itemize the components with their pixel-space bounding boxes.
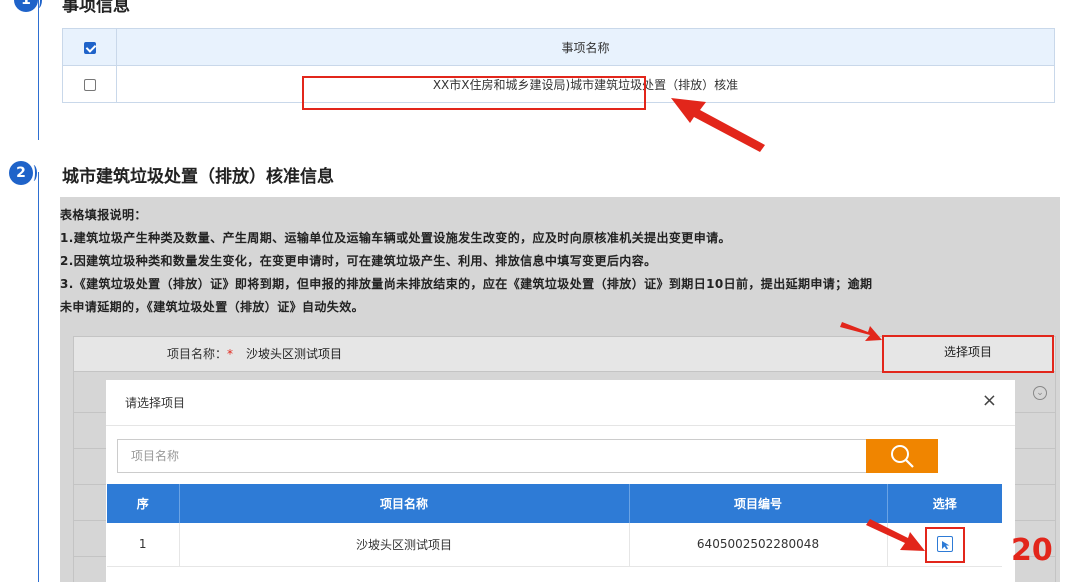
step-number-annotation: 20 [1011, 533, 1053, 568]
column-header-item-name: 事项名称 [116, 28, 1055, 66]
highlight-box-select [925, 527, 965, 563]
instructions-line: 1.建筑垃圾产生种类及数量、产生周期、运输单位及运输车辆或处置设施发生改变的，应… [60, 231, 731, 245]
table-header-row: 序 项目名称 项目编号 选择 [107, 484, 1002, 523]
section-title-approval: 城市建筑垃圾处置（排放）核准信息 [62, 167, 334, 187]
dialog-divider [106, 425, 1015, 426]
table-header-row: 事项名称 [62, 28, 1055, 66]
select-project-dialog: 请选择项目 × 序 项目名称 项目编号 选择 1 沙坡头区 [106, 380, 1015, 582]
project-name-label: 项目名称：* [166, 347, 233, 361]
column-header-project-code: 项目编号 [629, 484, 888, 523]
form-instructions: 表格填报说明： 1.建筑垃圾产生种类及数量、产生周期、运输单位及运输车辆或处置设… [60, 204, 1060, 319]
highlight-box-item [302, 76, 646, 110]
project-name-value: 沙坡头区测试项目 [246, 347, 343, 361]
row-index: 1 [107, 523, 180, 567]
row-checkbox-cell[interactable] [62, 65, 117, 103]
project-table: 序 项目名称 项目编号 选择 1 沙坡头区测试项目 64050025022800… [107, 484, 1002, 567]
instructions-heading: 表格填报说明： [60, 208, 147, 222]
required-mark: * [227, 347, 233, 361]
column-header-index: 序 [107, 484, 180, 523]
page: 1 事项信息 事项名称 XX市X住房和城乡建设局)城市建筑垃圾处置（排放）核准 … [0, 0, 1080, 582]
row-project-name: 沙坡头区测试项目 [179, 523, 630, 567]
select-all-cell[interactable] [62, 28, 117, 66]
section-title-items: 事项信息 [62, 0, 130, 16]
chevron-down-icon[interactable]: ⌄ [1033, 386, 1047, 400]
step-line [38, 172, 39, 582]
project-search-input[interactable] [117, 439, 871, 473]
search-button[interactable] [866, 439, 938, 473]
instructions-line: 2.因建筑垃圾种类和数量发生变化，在变更申请时，可在建筑垃圾产生、利用、排放信息… [60, 254, 657, 268]
highlight-box-choose [882, 335, 1054, 373]
search-icon [891, 445, 914, 468]
row-project-code: 6405002502280048 [629, 523, 888, 567]
instructions-line: 3.《建筑垃圾处置（排放）证》即将到期，但申报的排放量尚未排放结束的，应在《建筑… [60, 277, 873, 291]
dialog-title: 请选择项目 [125, 396, 186, 410]
instructions-line: 未申请延期的，《建筑垃圾处置（排放）证》自动失效。 [60, 300, 365, 314]
step-badge-2: 2 [9, 161, 37, 185]
close-icon[interactable]: × [982, 390, 997, 411]
column-header-select: 选择 [887, 484, 1002, 523]
select-all-checkbox[interactable] [83, 41, 96, 54]
step-badge-1: 1 [14, 0, 42, 12]
column-header-project-name: 项目名称 [179, 484, 630, 523]
step-line [38, 0, 39, 140]
row-checkbox[interactable] [83, 78, 96, 91]
table-row[interactable]: 1 沙坡头区测试项目 6405002502280048 [107, 523, 1002, 567]
